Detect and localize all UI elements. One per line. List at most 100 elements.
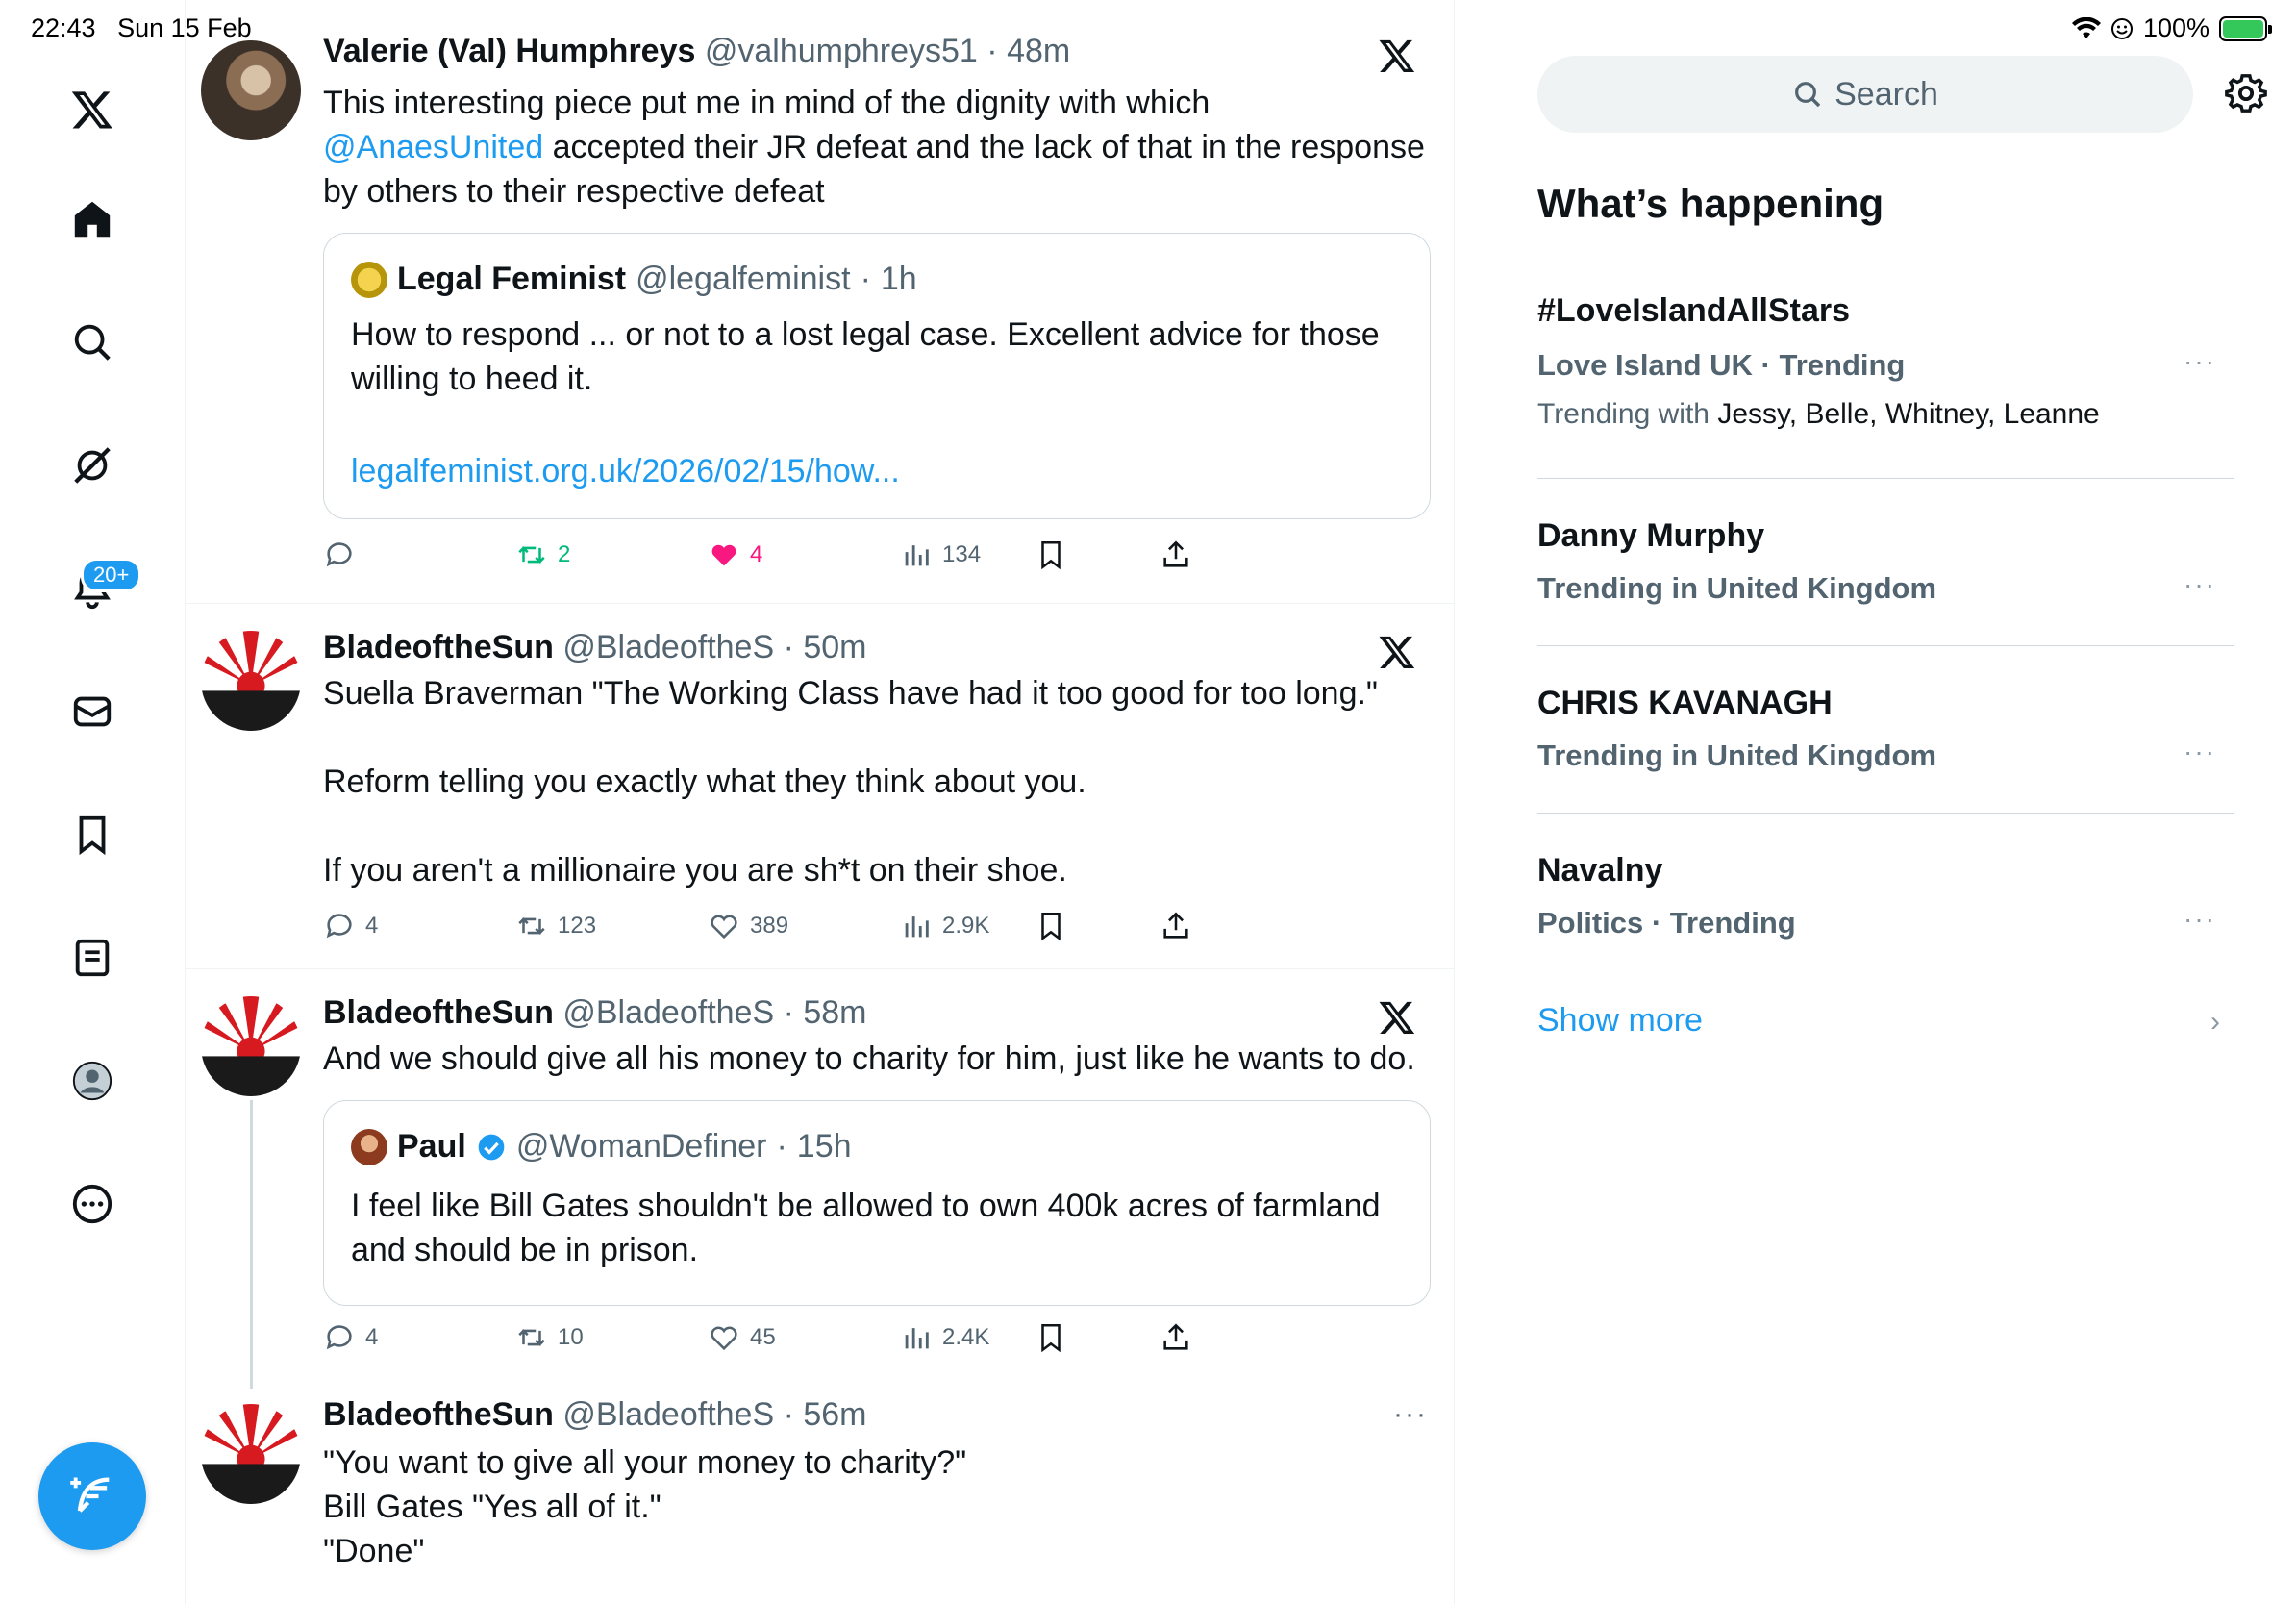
views-icon [905, 916, 929, 938]
quoted-post[interactable]: Paul @WomanDefiner · 15h I feel like Bil… [323, 1100, 1431, 1306]
search-placeholder: Search [1834, 75, 1938, 113]
x-logo-icon [1378, 37, 1416, 75]
search-input[interactable]: Search [1537, 56, 2193, 133]
bookmark-button[interactable] [1035, 910, 1067, 942]
home-icon[interactable] [58, 185, 127, 254]
trend-more-icon[interactable]: ··· [2184, 569, 2216, 600]
quote-avatar [351, 261, 387, 298]
views-button[interactable]: 2.4K [900, 1321, 989, 1354]
trend-context: Love Island UK · Trending [1537, 348, 1906, 382]
like-button[interactable]: 389 [708, 910, 788, 942]
repost-icon [518, 546, 545, 564]
trend-name: #LoveIslandAllStars [1537, 292, 1851, 329]
feather-plus-icon [70, 1477, 110, 1513]
quote-author-handle: @WomanDefiner [515, 1128, 767, 1165]
trend-item[interactable]: Navalny Politics · Trending ··· [1537, 814, 2234, 981]
post-time[interactable]: 48m [1007, 33, 1070, 69]
views-button[interactable]: 2.9K [900, 910, 989, 942]
like-button[interactable]: 4 [708, 539, 762, 571]
avatar[interactable] [201, 996, 301, 1096]
settings-gear-icon[interactable] [2224, 71, 2268, 115]
share-icon [1163, 912, 1188, 939]
trend-more-icon[interactable]: ··· [2184, 904, 2216, 935]
reply-button[interactable] [323, 539, 365, 571]
notifications-badge: 20+ [81, 558, 142, 592]
left-navigation: 20+ [0, 0, 186, 1604]
bookmark-icon [1041, 1323, 1061, 1353]
grok-icon[interactable] [58, 431, 127, 500]
heart-icon [711, 1326, 737, 1351]
reply-icon [326, 914, 352, 939]
like-button[interactable]: 45 [708, 1321, 776, 1354]
post-4[interactable]: BladeoftheSun @BladeoftheS · 56m ··· "Yo… [186, 1373, 1454, 1604]
author-handle[interactable]: @valhumphreys51 [705, 33, 978, 69]
x-logo-icon [1378, 998, 1416, 1037]
post-actions: 4 10 45 2.4K [323, 1321, 1429, 1360]
quote-header: Legal Feminist @legalfeminist · 1h [351, 261, 917, 298]
more-icon[interactable] [58, 1169, 127, 1239]
quote-header: Paul @WomanDefiner · 15h [351, 1128, 852, 1165]
avatar[interactable] [201, 40, 301, 140]
bookmark-button[interactable] [1035, 539, 1067, 571]
author-handle[interactable]: @BladeoftheS [562, 994, 774, 1031]
trend-name: CHRIS KAVANAGH [1537, 685, 1833, 721]
author-handle[interactable]: @BladeoftheS [562, 1396, 774, 1433]
trend-related: Trending with Jessy, Belle, Whitney, Lea… [1537, 398, 2100, 430]
share-button[interactable] [1160, 910, 1192, 942]
trend-context: Trending in United Kingdom [1537, 739, 1937, 772]
share-button[interactable] [1160, 539, 1192, 571]
reply-button[interactable]: 4 [323, 910, 378, 942]
quote-link[interactable]: legalfeminist.org.uk/2026/02/15/how... [351, 449, 1409, 493]
more-options-icon[interactable]: ··· [1393, 1398, 1428, 1431]
views-button[interactable]: 134 [900, 539, 981, 571]
trend-more-icon[interactable]: ··· [2184, 346, 2216, 377]
post-text: And we should give all his money to char… [323, 1040, 1415, 1077]
avatar[interactable] [201, 631, 301, 731]
quoted-post[interactable]: Legal Feminist @legalfeminist · 1h How t… [323, 233, 1431, 519]
repost-button[interactable]: 123 [515, 910, 596, 942]
mention-link[interactable]: @AnaesUnited [323, 129, 543, 165]
repost-icon [518, 917, 545, 935]
post-time[interactable]: 50m [803, 629, 866, 665]
x-logo-icon[interactable] [58, 75, 127, 144]
trend-context: Trending in United Kingdom [1537, 571, 1937, 605]
bookmarks-icon[interactable] [58, 800, 127, 869]
post-header: BladeoftheSun @BladeoftheS · 50m [323, 629, 867, 665]
repost-icon [518, 1329, 545, 1346]
post-time[interactable]: 58m [803, 994, 866, 1031]
author-name[interactable]: BladeoftheSun [323, 994, 554, 1031]
trend-context: Politics · Trending [1537, 906, 1796, 940]
trend-item[interactable]: Danny Murphy Trending in United Kingdom … [1537, 479, 2234, 646]
trend-more-icon[interactable]: ··· [2184, 737, 2216, 767]
author-name[interactable]: BladeoftheSun [323, 629, 554, 665]
quote-author-name: Legal Feminist [397, 261, 627, 297]
trend-name: Danny Murphy [1537, 517, 1765, 554]
compose-post-button[interactable] [38, 1442, 146, 1550]
post-time[interactable]: 56m [803, 1396, 866, 1433]
trend-item[interactable]: #LoveIslandAllStars Love Island UK · Tre… [1537, 279, 2234, 479]
lists-icon[interactable] [58, 923, 127, 992]
repost-button[interactable]: 10 [515, 1321, 584, 1354]
reply-button[interactable]: 4 [323, 1321, 378, 1354]
post-1[interactable]: Valerie (Val) Humphreys @valhumphreys51 … [186, 0, 1454, 604]
author-handle[interactable]: @BladeoftheS [562, 629, 774, 665]
views-icon [905, 1328, 929, 1349]
post-3[interactable]: BladeoftheSun @BladeoftheS · 58m And we … [186, 969, 1454, 1389]
trend-item[interactable]: CHRIS KAVANAGH Trending in United Kingdo… [1537, 646, 2234, 814]
post-text: This interesting piece put me in mind of… [323, 85, 1425, 210]
thread-line [250, 1100, 253, 1389]
author-name[interactable]: Valerie (Val) Humphreys [323, 33, 695, 69]
avatar[interactable] [201, 1404, 301, 1504]
profile-icon[interactable] [58, 1046, 127, 1115]
quote-author-handle: @legalfeminist [636, 261, 851, 297]
author-name[interactable]: BladeoftheSun [323, 1396, 554, 1433]
bookmark-button[interactable] [1035, 1321, 1067, 1354]
share-button[interactable] [1160, 1321, 1192, 1354]
explore-icon[interactable] [58, 308, 127, 377]
messages-icon[interactable] [58, 677, 127, 746]
repost-button[interactable]: 2 [515, 539, 570, 571]
trend-name: Navalny [1537, 852, 1663, 889]
post-2[interactable]: BladeoftheSun @BladeoftheS · 50m Suella … [186, 604, 1454, 969]
post-text: "You want to give all your money to char… [323, 1444, 967, 1569]
show-more-link[interactable]: Show more [1537, 1002, 1703, 1040]
